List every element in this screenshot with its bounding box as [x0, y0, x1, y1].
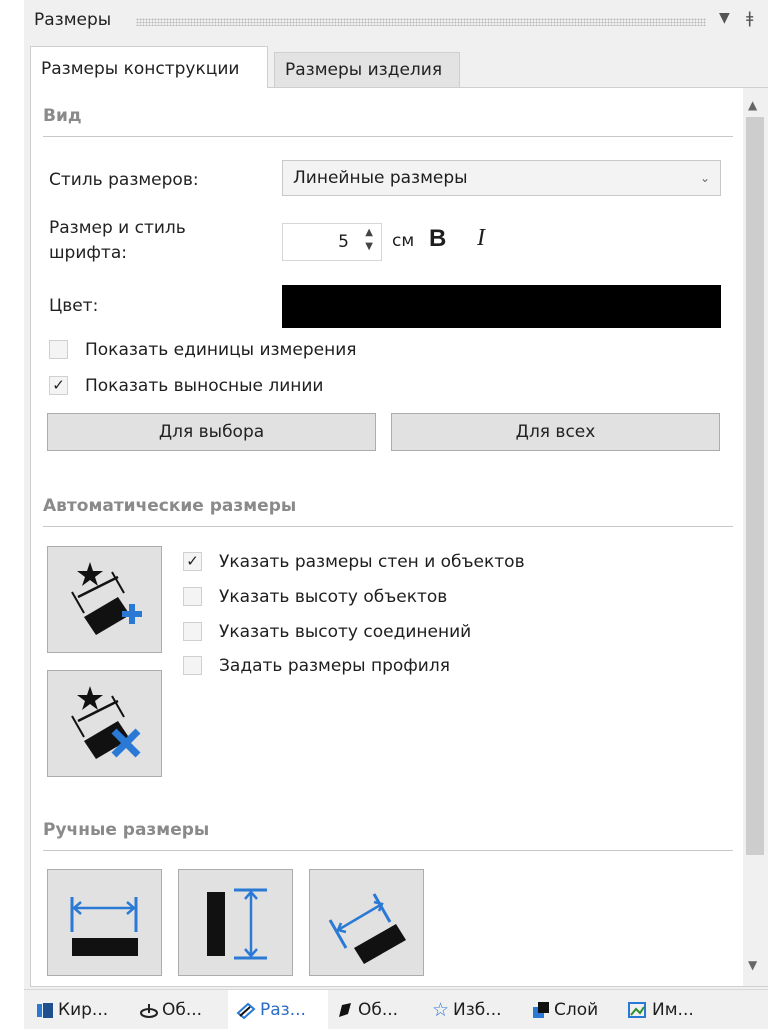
- pin-icon[interactable]: ǂ: [746, 8, 753, 27]
- object-icon: [140, 1004, 158, 1018]
- apply-to-all-button[interactable]: Для всех: [391, 413, 720, 451]
- checkbox-box[interactable]: [49, 340, 68, 359]
- image-icon: [628, 1002, 646, 1018]
- aligned-dimension-icon: [328, 893, 406, 964]
- layer-icon: [533, 1002, 549, 1018]
- panel-title: Размеры: [34, 10, 112, 30]
- remove-auto-dimensions-button[interactable]: [47, 670, 162, 777]
- bottom-tab-label: Слой: [554, 1000, 599, 1020]
- style-label: Стиль размеров:: [49, 170, 199, 190]
- bottom-tab-paint[interactable]: Об...: [336, 990, 398, 1030]
- dimension-icon: [236, 1002, 256, 1019]
- color-label: Цвет:: [49, 296, 99, 316]
- titlebar-grip[interactable]: [136, 18, 706, 26]
- bottom-tab-layer[interactable]: Слой: [532, 990, 598, 1030]
- bottom-tab-favorites[interactable]: ☆ Изб...: [432, 990, 502, 1030]
- chevron-down-icon: ⌄: [699, 171, 710, 185]
- vertical-scrollbar[interactable]: ▲ ▼: [743, 88, 768, 986]
- bottom-tab-strip: Кир... Об... Раз... Об... ☆ Изб... Слой И…: [24, 989, 768, 1030]
- bottom-tab-label: Раз...: [260, 1000, 306, 1020]
- horizontal-dimension-icon: [70, 897, 138, 956]
- checkbox-label: Показать единицы измерения: [85, 340, 357, 360]
- aligned-dimension-button[interactable]: [309, 869, 424, 976]
- bottom-tab-objects[interactable]: Об...: [140, 990, 202, 1030]
- dimension-style-select[interactable]: Линейные размеры ⌄: [282, 160, 721, 196]
- scroll-up-icon[interactable]: ▲: [748, 98, 757, 112]
- tab-label: Размеры конструкции: [41, 59, 240, 79]
- star-icon: ☆: [432, 999, 450, 1021]
- checkmark-icon[interactable]: ✓: [183, 552, 202, 571]
- bottom-tab-images[interactable]: Им...: [628, 990, 694, 1030]
- add-auto-dimensions-button[interactable]: [47, 546, 162, 653]
- select-value: Линейные размеры: [293, 168, 468, 188]
- bottom-tab-dimensions[interactable]: Раз...: [228, 990, 328, 1030]
- apply-to-selection-button[interactable]: Для выбора: [47, 413, 376, 451]
- spin-arrows-icon[interactable]: ▲ ▼: [365, 226, 373, 254]
- dimensions-panel: Размеры ▼ ǂ Размеры конструкции Размеры …: [24, 0, 768, 1030]
- bottom-tab-label: Об...: [358, 1000, 399, 1020]
- paint-icon: [339, 1003, 351, 1017]
- checkbox-label: Показать выносные линии: [85, 376, 324, 396]
- italic-button[interactable]: I: [477, 225, 485, 252]
- tab-content: Вид Стиль размеров: Линейные размеры ⌄ Р…: [30, 87, 768, 987]
- section-heading-view: Вид: [43, 106, 733, 137]
- color-picker[interactable]: [282, 285, 721, 328]
- tab-label: Размеры изделия: [285, 60, 443, 80]
- dropdown-icon[interactable]: ▼: [719, 10, 730, 26]
- bottom-tab-label: Им...: [652, 1000, 694, 1020]
- bottom-tab-label: Кир...: [58, 1000, 109, 1020]
- remove-dimensions-icon: [71, 686, 141, 759]
- bottom-tab-label: Об...: [162, 1000, 203, 1020]
- horizontal-dimension-button[interactable]: [47, 869, 162, 976]
- vertical-dimension-icon: [207, 888, 267, 960]
- font-size-stepper[interactable]: 5 ▲ ▼: [282, 223, 382, 261]
- checkbox-label: Задать размеры профиля: [219, 656, 450, 676]
- scroll-down-icon[interactable]: ▼: [748, 958, 757, 972]
- bold-button[interactable]: B: [429, 225, 446, 253]
- checkbox-label: Указать размеры стен и объектов: [219, 552, 525, 572]
- checkbox-box[interactable]: [183, 622, 202, 641]
- bottom-tab-label: Изб...: [453, 1000, 502, 1020]
- font-unit: см: [392, 231, 415, 251]
- checkbox-label: Указать высоту соединений: [219, 622, 472, 642]
- section-heading-auto: Автоматические размеры: [43, 496, 733, 527]
- add-dimensions-icon: [71, 562, 142, 635]
- scrollbar-thumb[interactable]: [746, 117, 764, 855]
- vertical-dimension-button[interactable]: [178, 869, 293, 976]
- checkbox-label: Указать высоту объектов: [219, 587, 448, 607]
- checkbox-box[interactable]: [183, 587, 202, 606]
- checkbox-box[interactable]: [183, 656, 202, 675]
- brick-icon: [37, 1003, 53, 1018]
- font-size-value: 5: [338, 232, 349, 252]
- panel-titlebar: Размеры ▼ ǂ: [24, 0, 768, 42]
- tab-product-dimensions[interactable]: Размеры изделия: [274, 52, 460, 88]
- font-label: Размер и стиль шрифта:: [49, 218, 186, 263]
- tab-construction-dimensions[interactable]: Размеры конструкции: [30, 46, 268, 88]
- checkmark-icon[interactable]: ✓: [49, 376, 68, 395]
- bottom-tab-bricks[interactable]: Кир...: [36, 990, 108, 1030]
- section-heading-manual: Ручные размеры: [43, 820, 733, 851]
